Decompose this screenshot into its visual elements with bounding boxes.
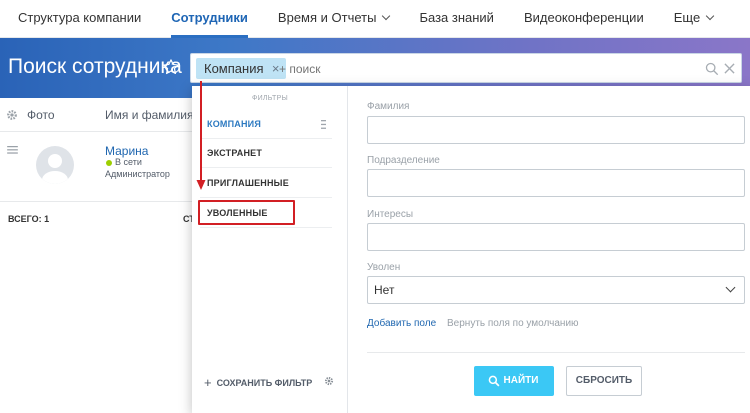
reset-button-label: СБРОСИТЬ (575, 375, 633, 386)
search-bar[interactable]: Компания × (190, 53, 742, 83)
preset-extranet[interactable]: ЭКСТРАНЕТ (200, 139, 332, 168)
table-row[interactable]: Марина В сети Администратор (0, 132, 210, 202)
nav-item-videoconference[interactable]: Видеоконференции (524, 0, 644, 38)
preset-label: ЭКСТРАНЕТ (207, 148, 263, 158)
department-field[interactable] (367, 169, 745, 197)
online-status-icon (106, 160, 112, 166)
nav-item-label: База знаний (419, 9, 494, 25)
interests-field[interactable] (367, 223, 745, 251)
employee-status: В сети (115, 157, 142, 167)
presets-title: ФИЛЬТРЫ (251, 95, 289, 102)
fired-label: Уволен (367, 262, 401, 273)
close-icon[interactable] (724, 63, 735, 74)
plus-icon: + (204, 375, 212, 390)
filter-presets-panel: ФИЛЬТРЫ КОМПАНИЯ ЭКСТРАНЕТ ПРИГЛАШЕННЫЕ … (192, 81, 348, 413)
save-filter-label: СОХРАНИТЬ ФИЛЬТР (216, 378, 313, 388)
nav-item-label: Видеоконференции (523, 9, 644, 25)
preset-invited[interactable]: ПРИГЛАШЕННЫЕ (200, 169, 332, 198)
top-navigation: Структура компании Сотрудники Время и От… (0, 0, 750, 38)
employee-role: Администратор (105, 169, 170, 179)
nav-item-more[interactable]: Еще (673, 0, 715, 38)
gear-icon[interactable] (6, 109, 18, 121)
find-button-label: НАЙТИ (503, 375, 539, 386)
find-button[interactable]: НАЙТИ (474, 366, 554, 396)
nav-item-time-reports[interactable]: Время и Отчеты (277, 0, 391, 38)
nav-item-employees[interactable]: Сотрудники (171, 0, 248, 38)
preset-label: ПРИГЛАШЕННЫЕ (207, 178, 289, 188)
red-arrow-annotation-icon (196, 81, 206, 190)
save-filter-button[interactable]: + СОХРАНИТЬ ФИЛЬТР (204, 374, 313, 390)
nav-item-label: Сотрудники (171, 9, 248, 25)
divider (367, 352, 745, 353)
filter-fields: Фамилия Подразделение Интересы Уволен Не… (367, 86, 745, 413)
avatar[interactable] (36, 146, 74, 184)
fired-select-value: Нет (374, 283, 395, 297)
add-field-link[interactable]: Добавить поле (367, 318, 436, 329)
page-title: Поиск сотрудника (8, 55, 182, 78)
chevron-down-icon (705, 11, 715, 20)
reset-button[interactable]: СБРОСИТЬ (566, 366, 642, 396)
department-label: Подразделение (367, 155, 440, 166)
restore-default-fields-link[interactable]: Вернуть поля по умолчанию (447, 318, 579, 329)
grid-total: ВСЕГО: 1 (8, 214, 50, 224)
search-input[interactable] (279, 60, 579, 78)
chevron-down-icon (725, 282, 736, 293)
nav-item-structure[interactable]: Структура компании (18, 0, 141, 38)
user-silhouette-icon (42, 154, 68, 184)
preset-company[interactable]: КОМПАНИЯ (200, 110, 332, 139)
employee-grid: Фото Имя и фамилия Марина В сети Админис… (0, 98, 210, 413)
star-outline-icon[interactable] (162, 58, 180, 76)
filter-chip-company[interactable]: Компания × (196, 58, 286, 79)
nav-item-label: Структура компании (18, 9, 142, 25)
filter-chip-label: Компания (204, 61, 264, 76)
interests-label: Интересы (367, 209, 414, 220)
column-header-photo[interactable]: Фото (27, 108, 55, 122)
drag-handle-icon[interactable] (321, 120, 326, 129)
chevron-down-icon (382, 11, 391, 20)
nav-item-label: Еще (673, 9, 701, 25)
search-icon (488, 375, 500, 387)
highlight-annotation-box (198, 200, 295, 225)
column-header-name[interactable]: Имя и фамилия (105, 108, 193, 122)
lastname-field[interactable] (367, 116, 745, 144)
nav-item-label: Время и Отчеты (277, 9, 377, 25)
lastname-label: Фамилия (367, 101, 410, 112)
employee-name-link[interactable]: Марина (105, 144, 148, 158)
preset-label: КОМПАНИЯ (207, 119, 261, 129)
nav-item-knowledge-base[interactable]: База знаний (419, 0, 494, 38)
fired-select[interactable]: Нет (367, 276, 745, 304)
filter-popup: ФИЛЬТРЫ КОМПАНИЯ ЭКСТРАНЕТ ПРИГЛАШЕННЫЕ … (192, 81, 750, 413)
gear-icon[interactable] (324, 376, 334, 386)
search-icon[interactable] (705, 62, 719, 76)
menu-icon[interactable] (7, 146, 18, 154)
grid-header: Фото Имя и фамилия (0, 98, 210, 132)
